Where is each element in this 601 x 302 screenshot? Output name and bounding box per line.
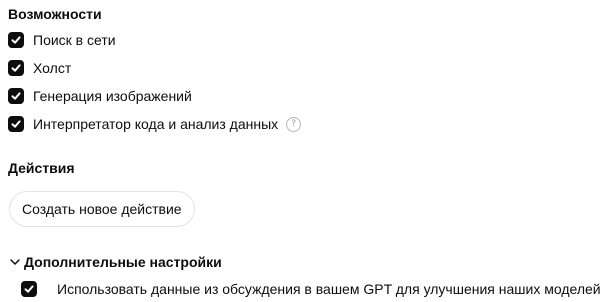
check-icon — [24, 285, 34, 293]
capability-code-interpreter[interactable]: Интерпретатор кода и анализ данных ? — [8, 114, 302, 134]
capability-canvas[interactable]: Холст — [8, 58, 71, 78]
create-action-button[interactable]: Создать новое действие — [9, 191, 195, 227]
advanced-option-label: Использовать данные из обсуждения в ваше… — [57, 281, 601, 297]
advanced-settings-heading: Дополнительные настройки — [24, 254, 222, 270]
capability-label: Интерпретатор кода и анализ данных — [33, 116, 279, 132]
check-icon — [11, 64, 21, 72]
capability-label: Поиск в сети — [33, 32, 116, 48]
check-icon — [11, 120, 21, 128]
capability-label: Холст — [33, 60, 72, 76]
checkbox-checked[interactable] — [8, 116, 24, 132]
capabilities-heading: Возможности — [8, 6, 102, 22]
checkbox-checked[interactable] — [8, 60, 24, 76]
chevron-down-icon — [10, 259, 20, 265]
checkbox-checked[interactable] — [8, 88, 24, 104]
capability-web-search[interactable]: Поиск в сети — [8, 30, 116, 50]
checkbox-checked[interactable] — [8, 32, 24, 48]
advanced-settings-toggle[interactable]: Дополнительные настройки — [9, 252, 222, 272]
checkbox-checked[interactable] — [21, 281, 37, 297]
capability-image-generation[interactable]: Генерация изображений — [8, 86, 192, 106]
capability-label: Генерация изображений — [33, 88, 192, 104]
check-icon — [11, 92, 21, 100]
check-icon — [11, 36, 21, 44]
advanced-training-data-option[interactable]: Использовать данные из обсуждения в ваше… — [21, 279, 601, 299]
actions-heading: Действия — [8, 160, 75, 176]
question-circle-icon[interactable]: ? — [286, 116, 302, 132]
